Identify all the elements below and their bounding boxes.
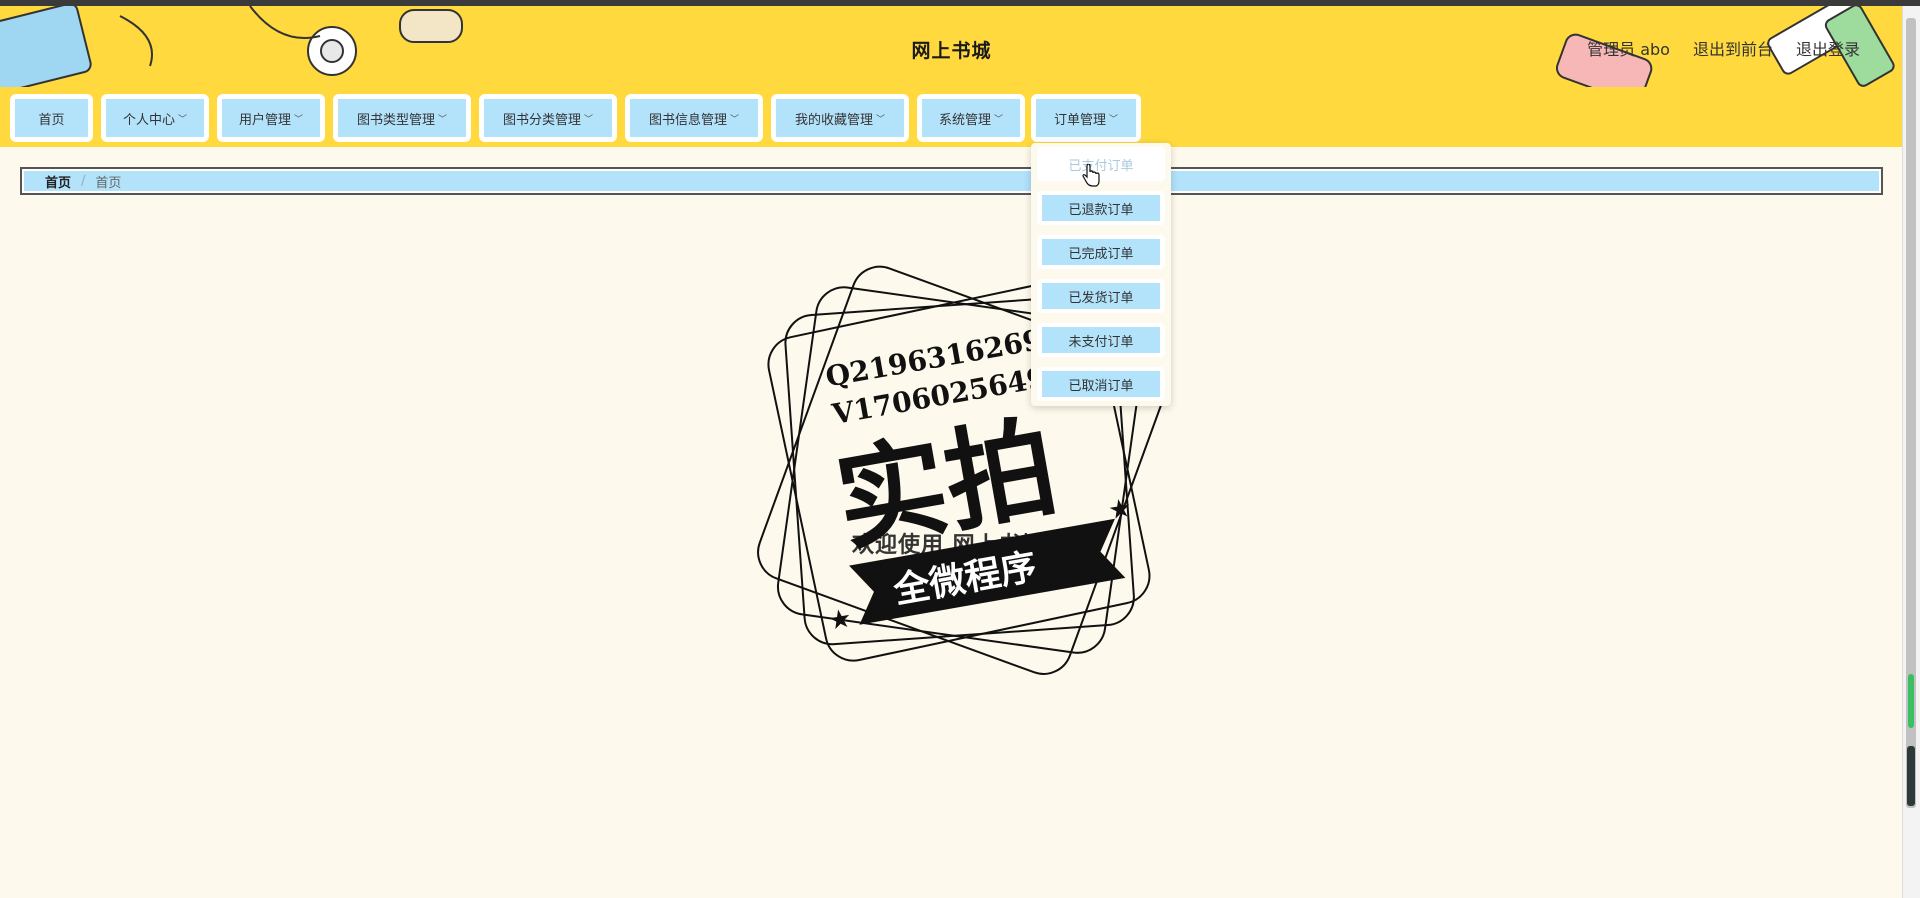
chevron-down-icon: ﹀ [1109,114,1119,125]
nav-item-system-management[interactable]: 系统管理 ﹀ [917,94,1025,142]
logout-link[interactable]: 退出登录 [1796,36,1860,60]
dropdown-item-refunded-orders[interactable]: 已退款订单 [1037,191,1165,225]
chevron-down-icon: ﹀ [294,114,304,125]
chevron-down-icon: ﹀ [178,114,188,125]
star-icon: ★ [826,603,854,637]
nav-item-user-management[interactable]: 用户管理 ﹀ [217,94,325,142]
header: 网上书城 管理员 abo 退出到前台 退出登录 [0,6,1903,88]
breadcrumb-separator: / [81,173,86,189]
dropdown-item-cancelled-orders[interactable]: 已取消订单 [1037,367,1165,401]
chevron-down-icon: ﹀ [438,114,448,125]
breadcrumb-home-link[interactable]: 首页 [45,172,71,191]
breadcrumb-current: 首页 [95,175,122,191]
admin-user-label: 管理员 abo [1587,40,1670,59]
back-to-front-link[interactable]: 退出到前台 [1693,36,1773,60]
nav-label: 系统管理 [938,112,991,128]
order-management-dropdown: 已支付订单 已退款订单 已完成订单 已发货订单 未支付订单 已取消订单 [1031,143,1171,406]
nav-label: 图书分类管理 [502,112,581,128]
nav-item-book-info-management[interactable]: 图书信息管理 ﹀ [625,94,763,142]
chevron-down-icon: ﹀ [584,114,594,125]
nav-item-home[interactable]: 首页 [10,94,93,142]
vertical-scrollbar[interactable] [1902,6,1920,898]
nav-label: 首页 [38,112,65,128]
chevron-down-icon: ﹀ [876,114,886,125]
dropdown-item-paid-orders[interactable]: 已支付订单 [1037,147,1165,181]
nav-item-order-management[interactable]: 订单管理 ﹀ [1031,94,1141,142]
nav-label: 图书信息管理 [648,112,727,128]
dropdown-item-completed-orders[interactable]: 已完成订单 [1037,235,1165,269]
star-icon: ★ [1106,493,1134,527]
breadcrumb: 首页 / 首页 [20,167,1883,195]
scroll-indicator-icon [1907,746,1915,806]
chevron-down-icon: ﹀ [994,114,1004,125]
nav-item-favorites-management[interactable]: 我的收藏管理 ﹀ [771,94,909,142]
nav-item-book-type-management[interactable]: 图书类型管理 ﹀ [333,94,471,142]
nav-bar: 首页 个人中心 ﹀ 用户管理 ﹀ 图书类型管理 ﹀ 图书分类管理 ﹀ 图书信息管理 ﹀ 我… [0,87,1903,147]
nav-label: 用户管理 [238,112,291,128]
nav-item-personal-center[interactable]: 个人中心 ﹀ [101,94,209,142]
dropdown-item-shipped-orders[interactable]: 已发货订单 [1037,279,1165,313]
chevron-down-icon: ﹀ [730,114,740,125]
nav-item-book-category-management[interactable]: 图书分类管理 ﹀ [479,94,617,142]
hand-cursor-icon [1082,164,1100,187]
dropdown-item-unpaid-orders[interactable]: 未支付订单 [1037,323,1165,357]
nav-label: 个人中心 [122,112,175,128]
nav-label: 订单管理 [1053,112,1106,128]
scroll-indicator-icon [1908,674,1914,728]
nav-label: 我的收藏管理 [794,112,873,128]
nav-label: 图书类型管理 [356,112,435,128]
